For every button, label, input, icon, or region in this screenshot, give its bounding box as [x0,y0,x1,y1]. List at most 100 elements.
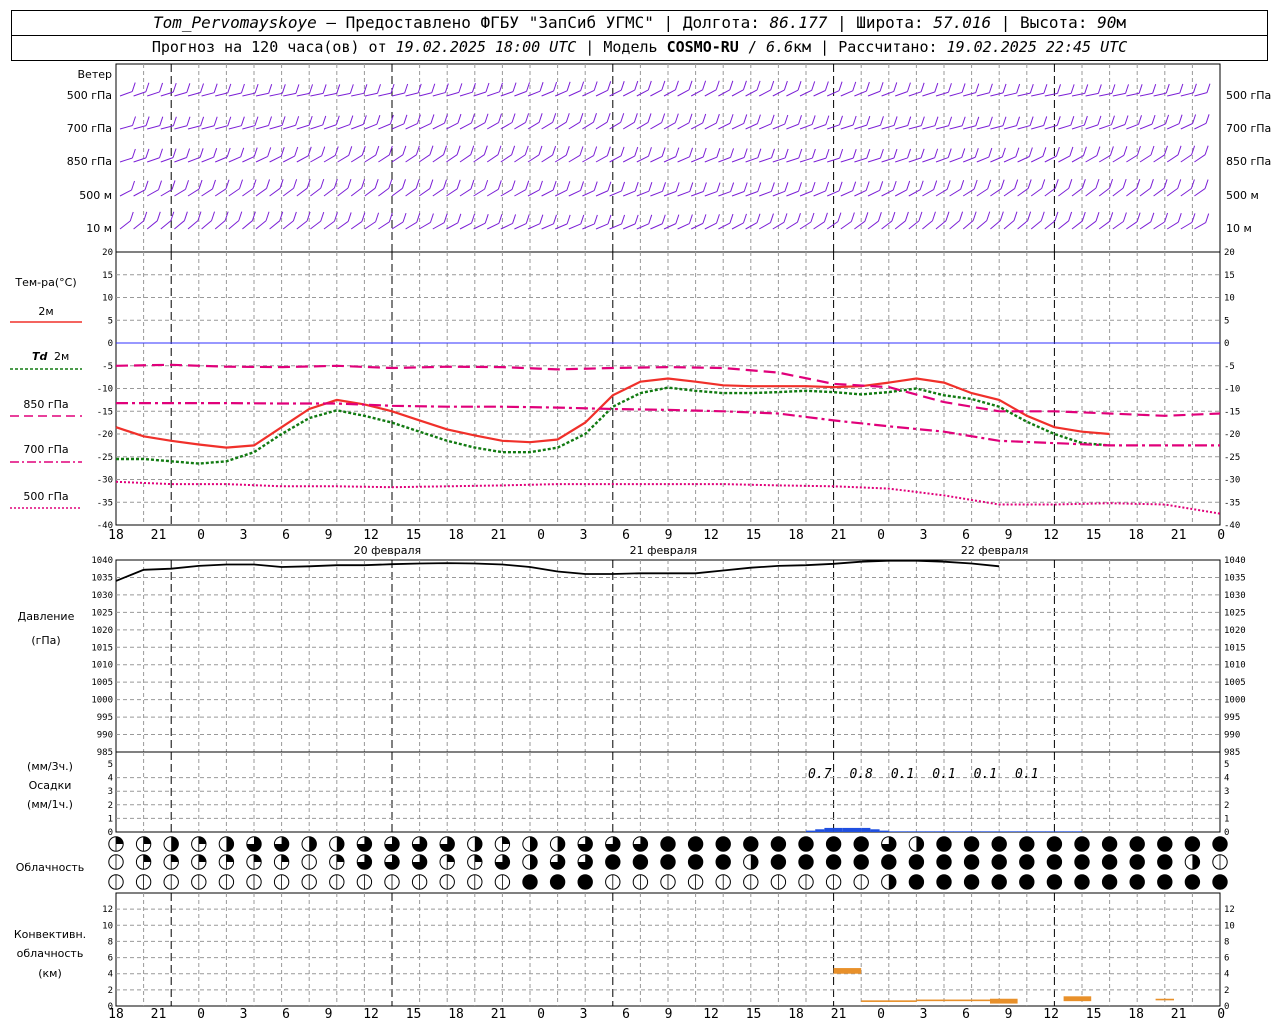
wind-barb-flag [429,145,434,155]
wind-barb-flag [961,148,966,158]
wind-barb-flag [485,82,490,93]
wind-barb [133,220,145,230]
wind-barb-flag [281,84,286,94]
wind-barb-flag [511,113,516,123]
wind-barb [160,220,172,230]
wind-barb-flag [1097,115,1102,126]
wind-barb-flag [320,211,325,222]
wind-barb-flag [158,180,163,190]
precip-ytick-left: 2 [108,801,113,811]
cloud-symbol-fill [660,836,676,852]
x-tick-label-bottom: 3 [920,1007,928,1022]
wind-barb-flag [306,179,311,189]
wind-barb [976,125,990,130]
x-tick-label: 12 [363,528,379,543]
pressure-ytick-left: 1040 [91,556,113,566]
wind-barb [446,122,459,130]
wind-barb [650,223,663,230]
wind-barb [486,188,499,197]
wind-barb-flag [159,116,164,126]
cloud-symbol-sector [557,836,565,852]
cloud-symbol-fill [1102,874,1117,890]
wind-barb [201,220,212,230]
wind-barb [663,89,676,97]
wind-barb [623,190,636,197]
wind-barb [364,92,378,97]
wind-barb [922,157,935,163]
wind-barb-flag [538,113,543,123]
wind-barb-flag [156,211,161,221]
precip-label-a: (мм/3ч.) [27,760,73,773]
wind-barb-flag [172,82,177,93]
cloud-symbol-fill [992,836,1007,852]
wind-barb [691,156,704,163]
wind-barb-flag [1122,178,1127,189]
wind-barb [881,189,894,197]
wind-barb [269,155,282,163]
precip-3h-label: 0.1 [932,767,955,782]
wind-barb-flag [1002,83,1007,94]
temp-ytick-left: -35 [97,498,113,508]
wind-barb [840,190,853,197]
wind-barb [486,154,499,163]
wind-barb-flag [321,146,326,156]
cloud-symbol-sector [226,854,234,862]
cloud-symbol-fill [964,874,979,890]
precip-3h-label: 0.8 [849,767,873,782]
wind-barb-flag [934,82,939,93]
precip-ytick-right: 4 [1224,774,1229,784]
wind-barb [840,124,854,130]
wind-barb-flag [879,116,884,126]
wind-barb [255,125,269,130]
precip-bar [824,827,834,832]
cloud-symbol-fill [1074,836,1090,852]
wind-barb-flag [675,147,680,157]
wind-barb [935,91,949,97]
wind-barb-flag [320,178,325,189]
wind-barb-flag [946,180,951,190]
wind-barb-flag [730,182,735,192]
wind-barb-flag [512,82,517,92]
cloud-symbol-sector [336,854,344,862]
wind-barb-flag [852,181,857,191]
cloud-symbol-fill [1102,854,1117,870]
wind-barb-flag [607,181,612,191]
wind-barb-flag [621,214,626,225]
cloud-symbol-sector [447,854,455,862]
pressure-ytick-left: 1025 [91,608,113,618]
wind-barb [554,121,567,130]
wind-barb-flag [702,214,707,224]
x-tick-label-bottom: 18 [788,1007,804,1022]
wind-barb-flag [186,83,191,93]
wind-barb [1085,220,1097,230]
wind-barb [1058,155,1071,163]
wind-barb [718,156,731,163]
wind-barb-flag [1055,146,1060,157]
wind-barb-flag [756,114,761,124]
wind-barb [1112,154,1125,163]
wind-barb [514,154,526,163]
wind-level-label-right: 500 м [1226,189,1259,202]
wind-barb [541,189,554,197]
wind-barb-flag [798,182,802,192]
wind-barb [895,157,908,163]
wind-barb [541,154,553,163]
legend-td-b: 2м [54,350,69,363]
wind-barb [1085,124,1099,130]
wind-barb [242,92,256,97]
wind-barb [895,125,908,130]
convective-bar [916,999,990,1002]
wind-barb-flag [498,113,502,123]
x-tick-label: 6 [962,528,970,543]
temp-ytick-left: -25 [97,453,113,463]
conv-ytick-left: 12 [102,905,113,915]
wind-barb [133,157,147,163]
wind-barb [1139,154,1152,163]
wind-barb [1112,187,1124,197]
wind-barb-flag [756,213,761,223]
wind-barb-flag [524,145,529,156]
wind-barb-flag [975,83,980,93]
wind-barb [840,221,852,230]
wind-barb-flag [852,115,857,126]
wind-barb [622,89,635,97]
